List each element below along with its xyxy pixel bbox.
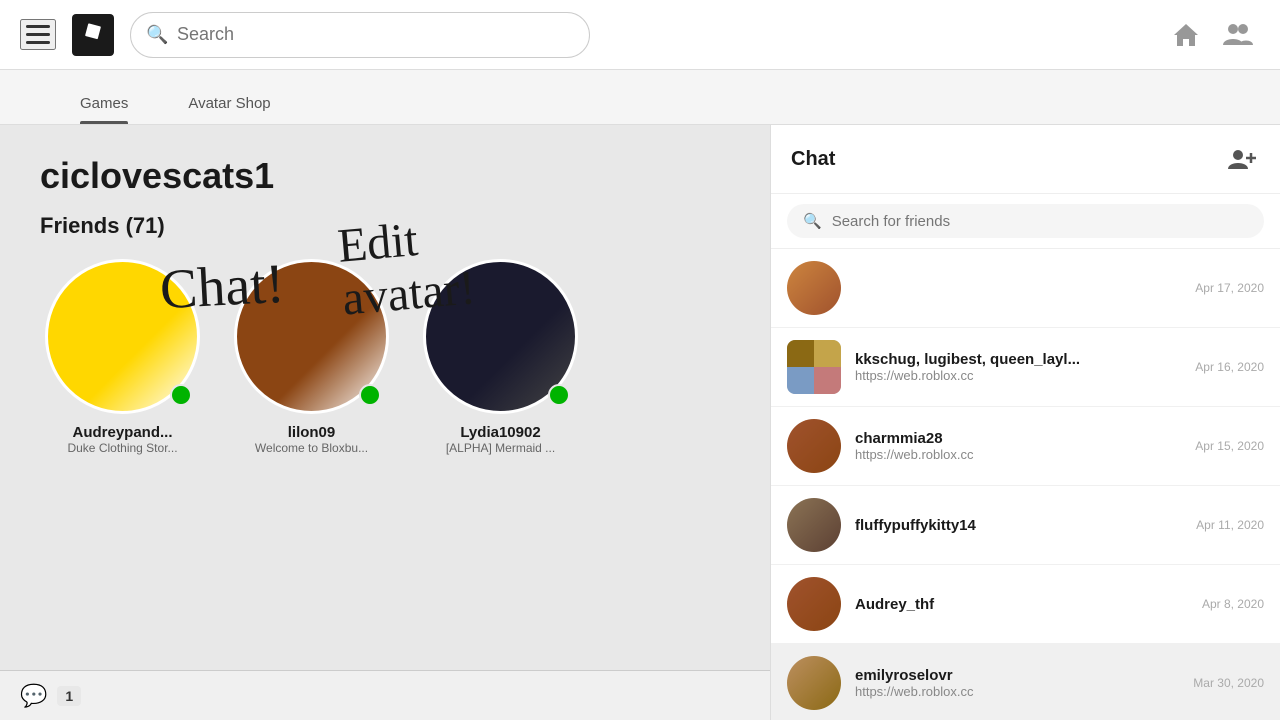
chat-date: Apr 15, 2020 <box>1195 439 1264 453</box>
username: ciclovescats1 <box>40 155 730 197</box>
hamburger-icon <box>26 25 50 44</box>
chat-date: Apr 11, 2020 <box>1196 518 1264 532</box>
friend-status: Duke Clothing Stor... <box>67 441 177 455</box>
online-indicator <box>170 384 192 406</box>
chat-avatar <box>787 577 841 631</box>
chat-list-item[interactable]: Apr 17, 2020 <box>771 249 1280 328</box>
header-home-icon[interactable] <box>1164 13 1208 57</box>
chat-preview: https://web.roblox.cc <box>855 447 1181 462</box>
hamburger-button[interactable] <box>20 19 56 50</box>
chat-avatar <box>787 498 841 552</box>
chat-date: Apr 17, 2020 <box>1195 281 1264 295</box>
overlay-edit-text: Editavatar! <box>336 209 478 326</box>
header: 🔍 <box>0 0 1280 70</box>
chat-date: Apr 16, 2020 <box>1195 360 1264 374</box>
chat-list-item[interactable]: emilyroselovr https://web.roblox.cc Mar … <box>771 644 1280 720</box>
chat-date: Apr 8, 2020 <box>1202 597 1264 611</box>
header-people-icon[interactable] <box>1216 13 1260 57</box>
chat-info: fluffypuffykitty14 <box>855 517 1182 534</box>
chat-tab-bar: 💬 1 <box>0 670 770 720</box>
chat-search-input[interactable] <box>832 213 1248 230</box>
roblox-logo[interactable] <box>72 14 114 56</box>
search-input[interactable] <box>130 12 590 58</box>
chat-header: Chat <box>771 125 1280 194</box>
chat-list: Apr 17, 2020 kkschug, lugibest, queen_la… <box>771 249 1280 720</box>
chat-avatar-group <box>787 340 841 394</box>
chat-info: emilyroselovr https://web.roblox.cc <box>855 667 1179 699</box>
mini-avatar <box>787 340 814 367</box>
chat-avatar <box>787 261 841 315</box>
chat-preview: https://web.roblox.cc <box>855 368 1181 383</box>
nav-bar: Games Avatar Shop <box>0 70 1280 125</box>
chat-tab-icon[interactable]: 💬 <box>20 683 47 709</box>
chat-list-item[interactable]: charmmia28 https://web.roblox.cc Apr 15,… <box>771 407 1280 486</box>
friend-name: Audreypand... <box>72 424 172 441</box>
chat-info: charmmia28 https://web.roblox.cc <box>855 430 1181 462</box>
chat-name: kkschug, lugibest, queen_layl... <box>855 351 1181 368</box>
chat-info: Audrey_thf <box>855 596 1188 613</box>
logo-icon <box>79 21 107 49</box>
chat-title: Chat <box>791 148 835 171</box>
chat-list-item[interactable]: kkschug, lugibest, queen_layl... https:/… <box>771 328 1280 407</box>
add-friends-button[interactable] <box>1224 141 1260 177</box>
chat-badge: 1 <box>57 686 81 706</box>
search-icon: 🔍 <box>146 24 168 45</box>
mini-avatar <box>814 340 841 367</box>
chat-search-inner: 🔍 <box>787 204 1264 238</box>
chat-preview: https://web.roblox.cc <box>855 684 1179 699</box>
chat-name: Audrey_thf <box>855 596 1188 613</box>
chat-info: kkschug, lugibest, queen_layl... https:/… <box>855 351 1181 383</box>
chat-name: charmmia28 <box>855 430 1181 447</box>
nav-item-avatar-shop[interactable]: Avatar Shop <box>188 95 270 124</box>
chat-date: Mar 30, 2020 <box>1193 676 1264 690</box>
chat-search-bar: 🔍 <box>771 194 1280 249</box>
friend-status: [ALPHA] Mermaid ... <box>446 441 555 455</box>
search-container: 🔍 <box>130 12 590 58</box>
nav-item-games[interactable]: Games <box>80 95 128 124</box>
chat-avatar <box>787 419 841 473</box>
overlay-chat-text: Chat! <box>158 252 286 322</box>
chat-search-icon: 🔍 <box>803 212 822 230</box>
mini-avatar <box>787 367 814 394</box>
header-right <box>1164 13 1260 57</box>
chat-avatar <box>787 656 841 710</box>
friend-status: Welcome to Bloxbu... <box>255 441 368 455</box>
add-friends-icon <box>1228 147 1256 171</box>
friend-name: lilon09 <box>288 424 336 441</box>
chat-name: emilyroselovr <box>855 667 1179 684</box>
main-content: ciclovescats1 Chat! Editavatar! Friends … <box>0 125 1280 720</box>
left-panel: ciclovescats1 Chat! Editavatar! Friends … <box>0 125 770 720</box>
mini-avatar <box>814 367 841 394</box>
chat-list-item[interactable]: fluffypuffykitty14 Apr 11, 2020 <box>771 486 1280 565</box>
online-indicator <box>548 384 570 406</box>
friend-name: Lydia10902 <box>460 424 540 441</box>
chat-panel: Chat 🔍 <box>770 125 1280 720</box>
chat-name: fluffypuffykitty14 <box>855 517 1182 534</box>
chat-list-item[interactable]: Audrey_thf Apr 8, 2020 <box>771 565 1280 644</box>
online-indicator <box>359 384 381 406</box>
